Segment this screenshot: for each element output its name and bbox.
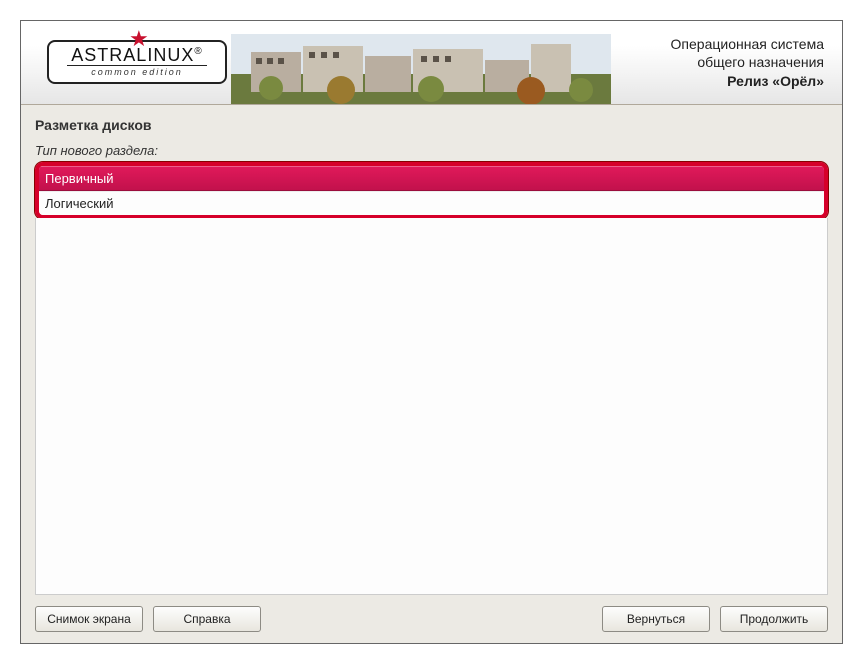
installer-window: ★ Astralinux® common edition bbox=[20, 20, 843, 644]
option-primary[interactable]: Первичный bbox=[39, 166, 824, 191]
banner-release: Релиз «Орёл» bbox=[671, 72, 824, 90]
footer-left-buttons: Снимок экрана Справка bbox=[35, 606, 261, 632]
footer: Снимок экрана Справка Вернуться Продолжи… bbox=[21, 595, 842, 643]
logo-edition: common edition bbox=[67, 65, 208, 77]
star-icon: ★ bbox=[129, 26, 149, 52]
footer-right-buttons: Вернуться Продолжить bbox=[602, 606, 828, 632]
option-logical[interactable]: Логический bbox=[39, 191, 824, 215]
banner-text: Операционная система общего назначения Р… bbox=[671, 35, 824, 90]
logo: ★ Astralinux® common edition bbox=[39, 34, 239, 92]
cityscape-image bbox=[231, 34, 611, 104]
prompt-label: Тип нового раздела: bbox=[35, 143, 828, 158]
continue-button[interactable]: Продолжить bbox=[720, 606, 828, 632]
page-title: Разметка дисков bbox=[35, 117, 828, 133]
banner-line1: Операционная система bbox=[671, 35, 824, 53]
screenshot-button[interactable]: Снимок экрана bbox=[35, 606, 143, 632]
banner: ★ Astralinux® common edition bbox=[21, 21, 842, 105]
banner-line2: общего назначения bbox=[671, 53, 824, 71]
empty-list-area bbox=[35, 218, 828, 595]
content-area: Разметка дисков Тип нового раздела: Перв… bbox=[21, 105, 842, 595]
back-button[interactable]: Вернуться bbox=[602, 606, 710, 632]
help-button[interactable]: Справка bbox=[153, 606, 261, 632]
partition-type-list: Первичный Логический bbox=[35, 162, 828, 219]
